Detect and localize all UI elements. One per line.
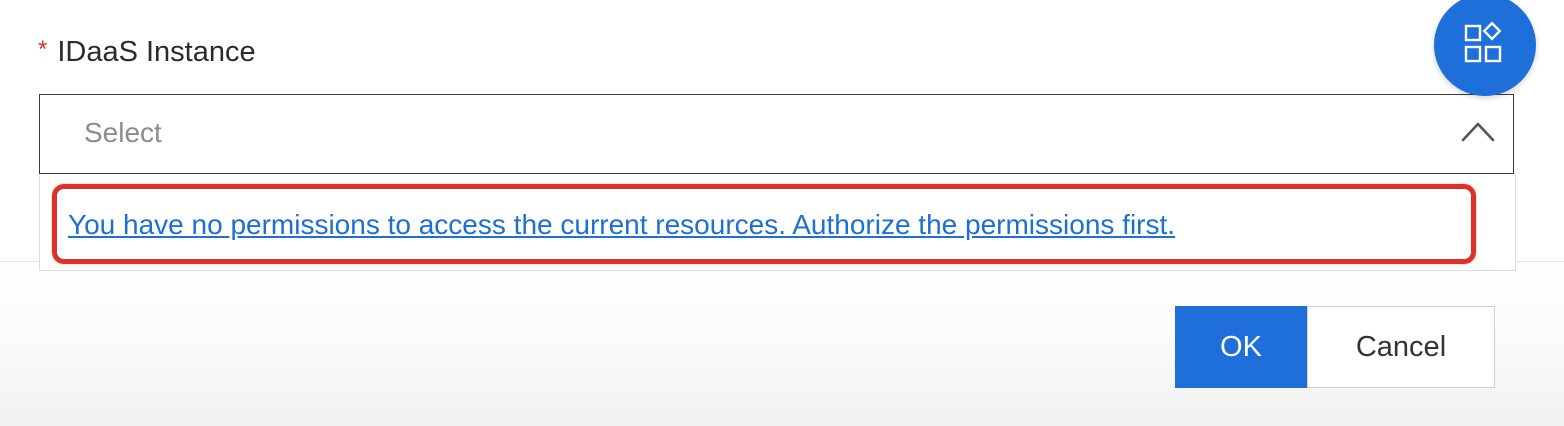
required-mark: * <box>38 36 48 63</box>
ok-button[interactable]: OK <box>1175 306 1307 388</box>
select-placeholder: Select <box>84 117 162 148</box>
apps-grid-icon <box>1464 21 1502 63</box>
chevron-up-icon[interactable] <box>1461 119 1495 143</box>
cancel-button[interactable]: Cancel <box>1307 306 1495 388</box>
authorize-permissions-link[interactable]: You have no permissions to access the cu… <box>68 208 1175 242</box>
field-label: * IDaaS Instance <box>38 34 256 72</box>
field-label-text: IDaaS Instance <box>57 36 256 68</box>
idaas-instance-select[interactable]: Select <box>39 94 1514 174</box>
